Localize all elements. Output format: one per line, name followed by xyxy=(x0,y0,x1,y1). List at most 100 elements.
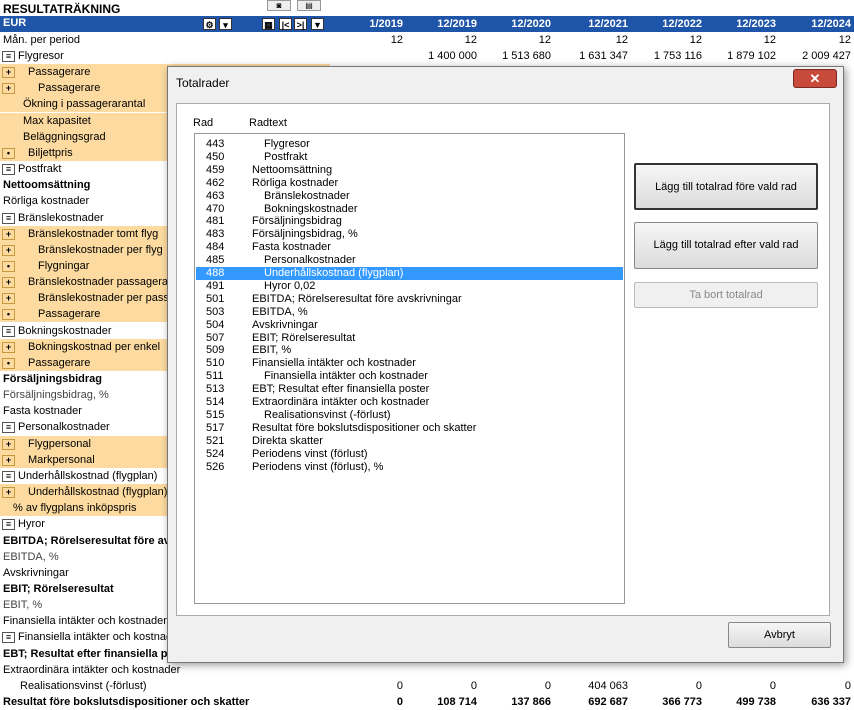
expand-icon[interactable]: + xyxy=(2,244,15,256)
expand-icon[interactable]: + xyxy=(2,83,15,95)
rad-text: EBT; Resultat efter finansiella poster xyxy=(252,383,430,396)
remove-button[interactable]: Ta bort totalrad xyxy=(634,282,818,308)
list-item[interactable]: 470 Bokningskostnader xyxy=(196,203,623,216)
expand-icon[interactable]: + xyxy=(2,454,15,466)
filter-icon[interactable]: ⚙ xyxy=(203,18,216,30)
cell[interactable]: 0 xyxy=(478,678,551,694)
list-item[interactable]: 511 Finansiella intäkter och kostnader xyxy=(196,370,623,383)
cell[interactable]: 0 xyxy=(777,678,851,694)
funnel-icon[interactable]: ▼ xyxy=(311,18,324,30)
cell[interactable]: 1 753 116 xyxy=(629,48,702,64)
list-item[interactable]: 481 Försäljningsbidrag xyxy=(196,215,623,228)
cell[interactable]: 499 738 xyxy=(703,694,776,710)
sheet-row[interactable]: Resultat före bokslutsdispositioner och … xyxy=(0,694,854,710)
sheet-row[interactable]: Realisationsvinst (-förlust) 0 0 0 404 063 0 0… xyxy=(0,678,854,694)
cell[interactable]: 0 xyxy=(703,678,776,694)
list-item[interactable]: 485 Personalkostnader xyxy=(196,254,623,267)
cell[interactable]: 12 xyxy=(552,32,628,48)
cell[interactable]: 12 xyxy=(330,32,403,48)
list-item[interactable]: 504 Avskrivningar xyxy=(196,319,623,332)
list-item[interactable]: 507 EBIT; Rörelseresultat xyxy=(196,332,623,345)
list-item[interactable]: 521 Direkta skatter xyxy=(196,435,623,448)
list-item[interactable]: 515 Realisationsvinst (-förlust) xyxy=(196,409,623,422)
close-button[interactable]: ✕ xyxy=(793,69,837,88)
list-item[interactable]: 488 Underhållskostnad (flygplan) xyxy=(196,267,623,280)
expand-icon[interactable]: + xyxy=(2,487,15,499)
list-item[interactable]: 459 Nettoomsättning xyxy=(196,164,623,177)
cell[interactable]: 366 773 xyxy=(629,694,702,710)
cell[interactable]: 0 xyxy=(629,678,702,694)
list-item[interactable]: 509 EBIT, % xyxy=(196,344,623,357)
expand-icon[interactable]: + xyxy=(2,228,15,240)
cell[interactable]: 1 400 000 xyxy=(404,48,477,64)
sheet-icon[interactable]: ▤ xyxy=(297,0,321,11)
cell[interactable]: 12 xyxy=(703,32,776,48)
cell[interactable]: 1 631 347 xyxy=(552,48,628,64)
list-item[interactable]: 524 Periodens vinst (förlust) xyxy=(196,448,623,461)
group-icon[interactable]: ≡ xyxy=(2,470,15,482)
grid-icon[interactable]: ▦ xyxy=(262,18,275,30)
expand-icon[interactable]: + xyxy=(2,67,15,79)
add-before-button[interactable]: Lägg till totalrad före vald rad xyxy=(634,163,818,210)
next-icon[interactable]: >| xyxy=(294,18,307,30)
expand-icon[interactable]: + xyxy=(2,277,15,289)
list-item[interactable]: 510 Finansiella intäkter och kostnader xyxy=(196,357,623,370)
cell[interactable]: 1 513 680 xyxy=(478,48,551,64)
cell[interactable]: 0 xyxy=(330,694,403,710)
cell[interactable]: 137 866 xyxy=(478,694,551,710)
group-icon[interactable]: ≡ xyxy=(2,422,15,434)
col-header: 12/2022 xyxy=(662,18,702,30)
cell[interactable]: 12 xyxy=(404,32,477,48)
cell[interactable] xyxy=(330,48,403,64)
list-item[interactable]: 450 Postfrakt xyxy=(196,151,623,164)
list-item[interactable]: 463 Bränslekostnader xyxy=(196,190,623,203)
col-header: 12/2021 xyxy=(588,18,628,30)
cell[interactable]: 0 xyxy=(330,678,403,694)
group-icon[interactable]: ≡ xyxy=(2,632,15,644)
expand-icon[interactable]: + xyxy=(2,438,15,450)
cell[interactable]: 2 009 427 xyxy=(777,48,851,64)
dropdown-icon[interactable]: ▾ xyxy=(219,18,232,30)
group-icon[interactable]: ≡ xyxy=(2,164,15,176)
list-item[interactable]: 484 Fasta kostnader xyxy=(196,241,623,254)
total-rows-listbox[interactable]: 443 Flygresor 450 Postfrakt 459 Nettoomsättni… xyxy=(194,133,625,604)
cell[interactable]: 636 337 xyxy=(777,694,851,710)
camera-icon[interactable]: ◙ xyxy=(267,0,291,11)
bullet-icon[interactable]: • xyxy=(2,357,15,369)
add-after-button[interactable]: Lägg till totalrad efter vald rad xyxy=(634,222,818,269)
group-icon[interactable]: ≡ xyxy=(2,519,15,531)
cell[interactable]: 108 714 xyxy=(404,694,477,710)
cell[interactable]: 692 687 xyxy=(552,694,628,710)
list-item[interactable]: 483 Försäljningsbidrag, % xyxy=(196,228,623,241)
bullet-icon[interactable]: • xyxy=(2,260,15,272)
expand-icon[interactable]: + xyxy=(2,293,15,305)
bullet-icon[interactable]: • xyxy=(2,147,15,159)
rad-text: Postfrakt xyxy=(264,150,308,163)
list-item[interactable]: 491 Hyror 0,02 xyxy=(196,280,623,293)
list-item[interactable]: 503 EBITDA, % xyxy=(196,306,623,319)
cell[interactable]: 1 879 102 xyxy=(703,48,776,64)
group-icon[interactable]: ≡ xyxy=(2,325,15,337)
cell[interactable]: 0 xyxy=(404,678,477,694)
bullet-icon[interactable]: • xyxy=(2,309,15,321)
list-item[interactable]: 462 Rörliga kostnader xyxy=(196,177,623,190)
cell[interactable]: 12 xyxy=(629,32,702,48)
cell[interactable]: 404 063 xyxy=(552,678,628,694)
sheet-row[interactable]: ≡ Flygresor 1 400 000 1 513 680 1 631 347 1 7… xyxy=(0,48,854,64)
expand-icon[interactable]: + xyxy=(2,341,15,353)
cell[interactable]: 12 xyxy=(777,32,851,48)
list-item[interactable]: 501 EBITDA; Rörelseresultat före avskrivn… xyxy=(196,293,623,306)
list-item[interactable]: 526 Periodens vinst (förlust), % xyxy=(196,461,623,474)
rad-number: 507 xyxy=(206,331,225,344)
list-item[interactable]: 513 EBT; Resultat efter finansiella poste… xyxy=(196,383,623,396)
cell[interactable]: 12 xyxy=(478,32,551,48)
currency-label: EUR xyxy=(3,17,27,29)
prev-icon[interactable]: |< xyxy=(279,18,292,30)
sheet-row[interactable]: Extraordinära intäkter och kostnader xyxy=(0,662,854,678)
group-icon[interactable]: ≡ xyxy=(2,212,15,224)
list-item[interactable]: 443 Flygresor xyxy=(196,138,623,151)
cancel-button[interactable]: Avbryt xyxy=(728,622,831,648)
list-item[interactable]: 514 Extraordinära intäkter och kostnader xyxy=(196,396,623,409)
list-item[interactable]: 517 Resultat före bokslutsdispositioner o… xyxy=(196,422,623,435)
group-icon[interactable]: ≡ xyxy=(2,51,15,62)
